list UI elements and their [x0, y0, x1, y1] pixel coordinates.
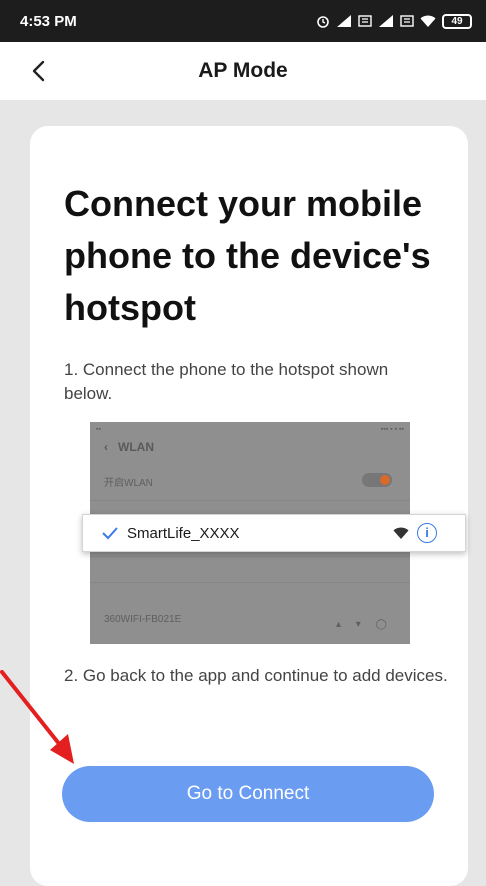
- illustration-divider: [90, 582, 410, 583]
- selected-network-row: SmartLife_XXXX i: [82, 514, 466, 552]
- nav-bar: AP Mode: [0, 42, 486, 100]
- illustration-status-bar: ▪▪ ▪▪▪ ▪ ▪ ▪▪: [96, 425, 404, 433]
- battery-icon: 49: [442, 13, 472, 29]
- illustration-toggle: [362, 473, 392, 487]
- illustration-row: 360WIFI-FB021E: [104, 614, 182, 625]
- go-to-connect-button[interactable]: Go to Connect: [62, 766, 434, 822]
- wifi-signal-icon: [393, 526, 409, 540]
- check-icon: [101, 525, 119, 541]
- network-icon-2: [400, 14, 414, 28]
- status-bar: 4:53 PM 49: [0, 0, 486, 42]
- page-title: AP Mode: [198, 59, 288, 82]
- alarm-icon: [316, 14, 330, 28]
- illustration-row: 开启WLAN: [104, 478, 153, 489]
- illustration-row-icons: ▴ ▾ ◯: [336, 619, 393, 630]
- status-icons: 49: [316, 13, 472, 29]
- headline: Connect your mobile phone to the device'…: [64, 183, 431, 328]
- illustration-header-label: WLAN: [118, 440, 154, 454]
- network-name: SmartLife_XXXX: [127, 525, 240, 542]
- illustration-divider: [90, 556, 410, 557]
- step-1-text: 1. Connect the phone to the hotspot show…: [64, 360, 389, 403]
- illustration-header: ‹ WLAN: [104, 440, 154, 454]
- info-icon: i: [417, 523, 437, 543]
- status-time: 4:53 PM: [20, 12, 77, 30]
- back-icon[interactable]: [26, 56, 50, 86]
- network-icon: [358, 14, 372, 28]
- wifi-icon: [420, 14, 436, 28]
- instruction-card: Connect your mobile phone to the device'…: [30, 126, 468, 886]
- signal-icon-2: [378, 14, 394, 28]
- annotation-arrow-icon: [0, 670, 74, 764]
- step-2-text: 2. Go back to the app and continue to ad…: [64, 666, 448, 685]
- illustration-back-icon: ‹: [104, 440, 108, 454]
- signal-icon: [336, 14, 352, 28]
- illustration-divider: [90, 500, 410, 501]
